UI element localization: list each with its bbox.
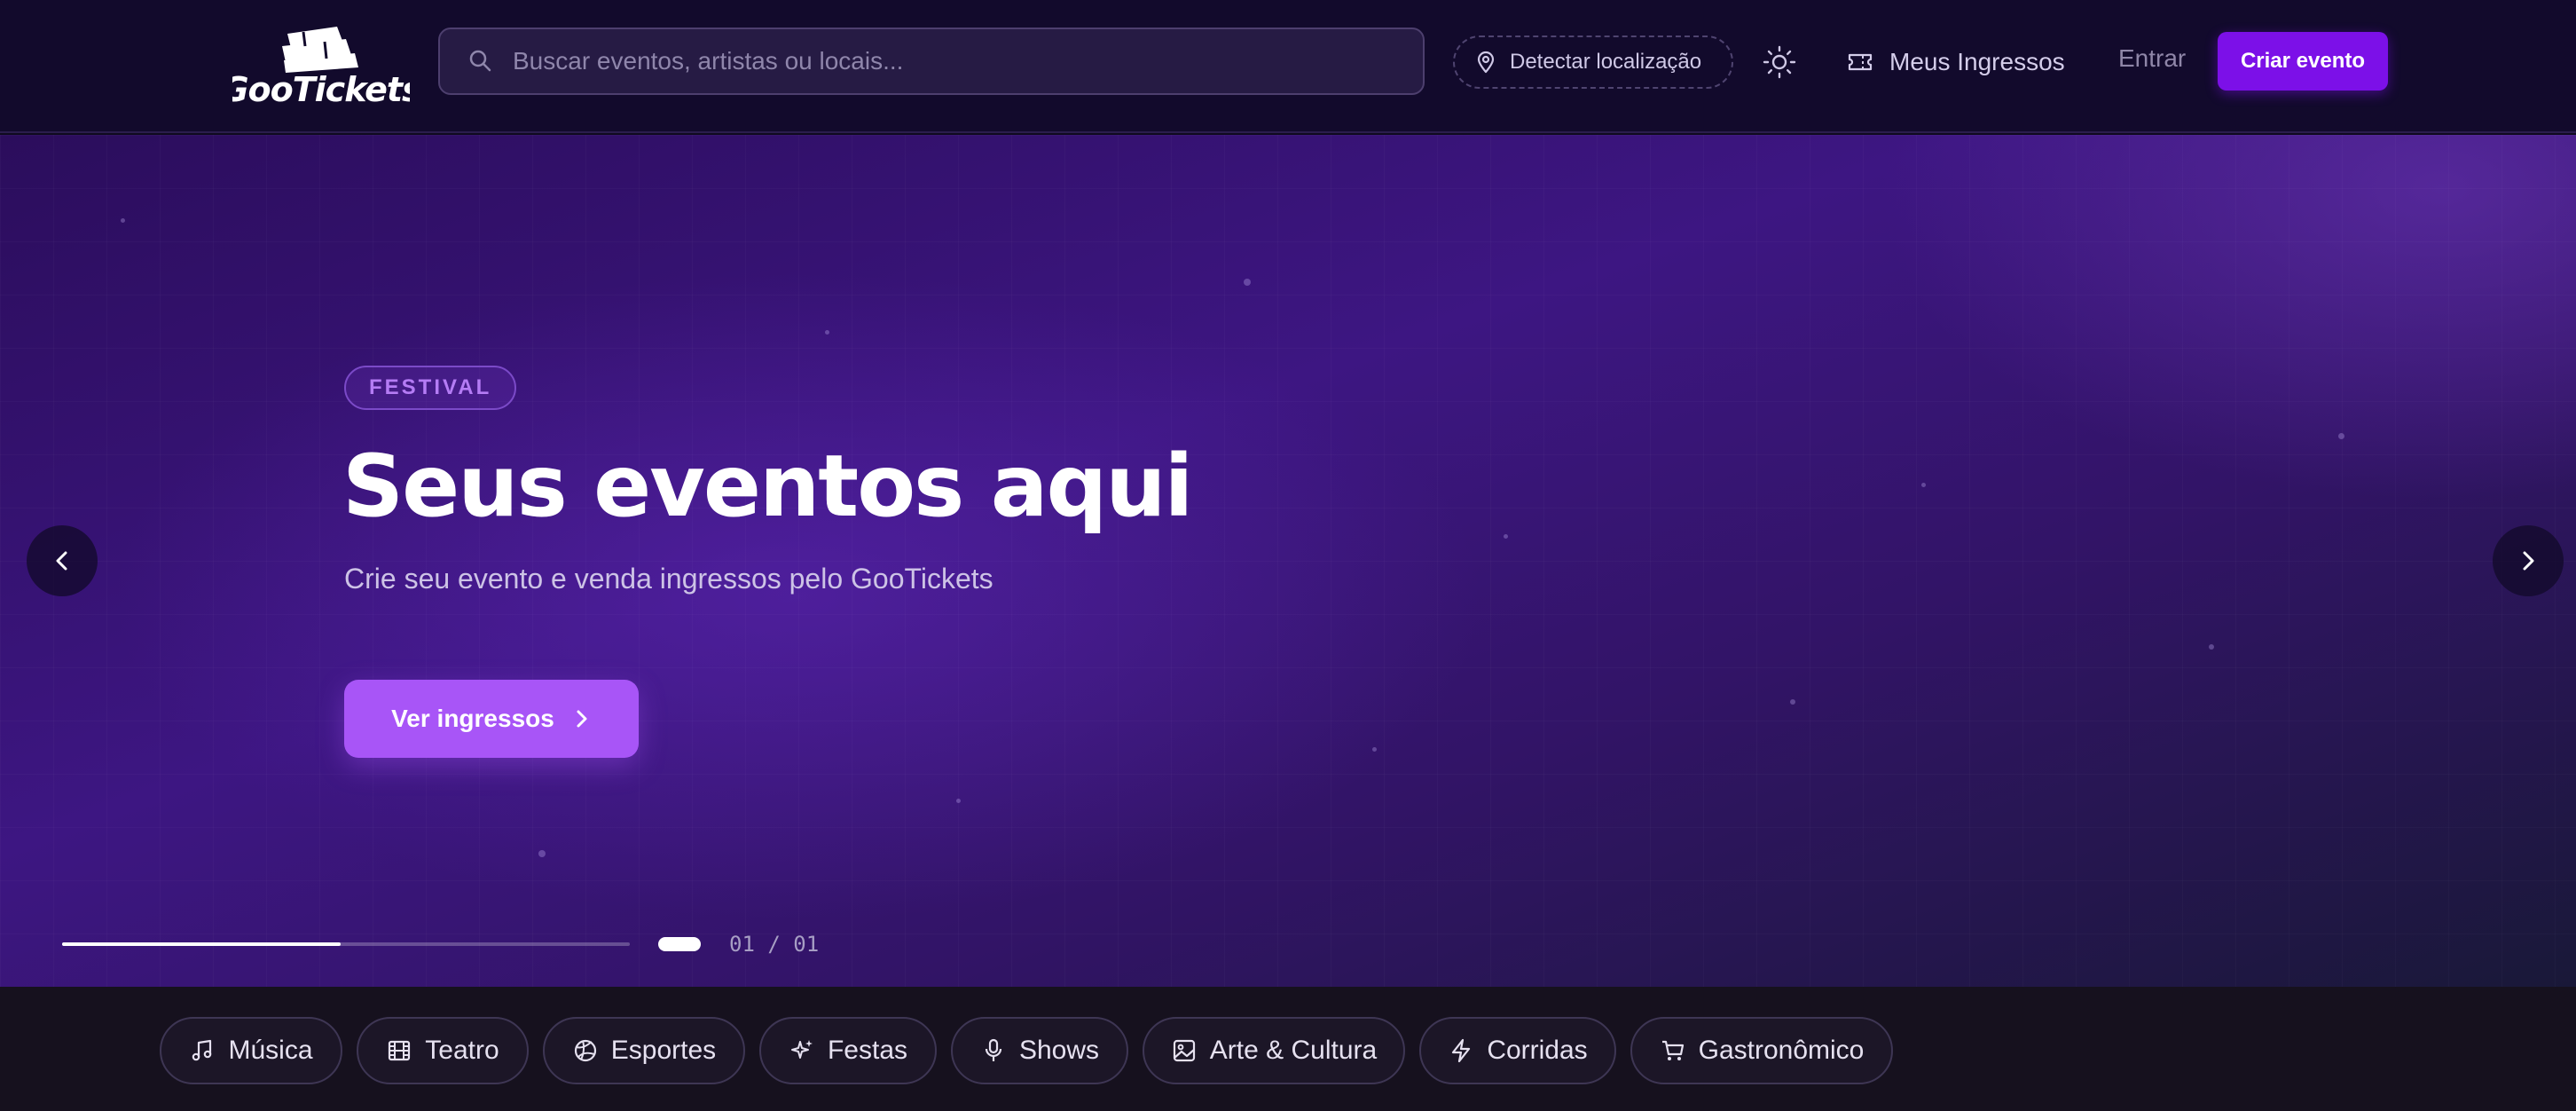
category-label: Teatro [425, 1036, 499, 1065]
category-chip-musica[interactable]: Música [160, 1017, 342, 1084]
cart-icon [1661, 1040, 1684, 1060]
logo-wordmark: GooTickets [232, 70, 410, 106]
lightning-icon [1452, 1038, 1471, 1063]
decor-dot [1372, 747, 1377, 752]
decor-dot [2209, 644, 2214, 650]
detect-location-button[interactable]: Detectar localização [1453, 35, 1733, 89]
decor-dot [121, 218, 125, 223]
slide-progress-bar [62, 942, 630, 946]
view-tickets-label: Ver ingressos [391, 705, 554, 732]
decor-dot [956, 799, 961, 803]
my-tickets-label: Meus Ingressos [1889, 48, 2065, 75]
category-chip-gastronomico[interactable]: Gastronômico [1630, 1017, 1893, 1084]
decor-dot [1244, 279, 1251, 286]
slide-counter: 01 / 01 [729, 932, 820, 957]
gootickets-logo[interactable]: GooTickets [221, 18, 422, 109]
category-bar: Música Teatro Esportes Festas Shows Arte… [0, 987, 2576, 1111]
category-label: Shows [1018, 1036, 1100, 1065]
music-note-icon [192, 1039, 212, 1061]
hero-carousel: FESTIVAL Seus eventos aqui Crie seu even… [0, 135, 2576, 987]
login-link[interactable]: Entrar [2118, 44, 2186, 73]
chevron-left-icon [56, 551, 67, 571]
film-icon [389, 1040, 411, 1061]
sparkles-icon [790, 1040, 813, 1059]
decor-dot [538, 850, 546, 857]
top-nav-bar: GooTickets Detectar localização [0, 0, 2576, 133]
sun-icon [1763, 45, 1796, 79]
category-chip-festas[interactable]: Festas [759, 1017, 937, 1084]
category-label: Esportes [610, 1036, 717, 1065]
category-chip-teatro[interactable]: Teatro [357, 1017, 529, 1084]
my-tickets-link[interactable]: Meus Ingressos [1847, 41, 2065, 83]
category-label: Corridas [1487, 1036, 1588, 1065]
chevron-right-icon [577, 710, 587, 728]
map-pin-icon [1477, 51, 1495, 74]
decor-dot [825, 330, 829, 335]
carousel-prev-button[interactable] [27, 525, 98, 596]
category-label: Festas [827, 1036, 908, 1065]
slide-indicator-dot[interactable] [658, 937, 701, 951]
event-category-badge: FESTIVAL [344, 366, 517, 410]
category-label: Arte & Cultura [1209, 1036, 1378, 1065]
search-bar[interactable] [438, 28, 1425, 95]
category-chip-shows[interactable]: Shows [951, 1017, 1128, 1084]
category-chip-corridas[interactable]: Corridas [1419, 1017, 1616, 1084]
search-input[interactable] [513, 47, 1423, 75]
decor-dot [2338, 433, 2344, 439]
decor-dot [1504, 534, 1508, 539]
logo-ticket-icon: GooTickets [221, 27, 422, 109]
view-tickets-button[interactable]: Ver ingressos [344, 680, 639, 758]
hero-grid-background [0, 135, 2576, 987]
ticket-icon [1848, 53, 1873, 71]
microphone-icon [985, 1038, 1002, 1061]
category-chip-esportes[interactable]: Esportes [543, 1017, 745, 1084]
create-event-button[interactable]: Criar evento [2218, 32, 2388, 91]
image-icon [1173, 1039, 1195, 1062]
chevron-right-icon [2523, 551, 2534, 571]
globe-ball-icon [574, 1039, 596, 1062]
slide-progress-fill [62, 942, 341, 946]
carousel-next-button[interactable] [2493, 525, 2564, 596]
decor-dot [1790, 699, 1795, 705]
category-chip-arte-cultura[interactable]: Arte & Cultura [1143, 1017, 1405, 1084]
category-label: Música [228, 1036, 313, 1065]
search-icon [469, 50, 491, 72]
decor-dot [1921, 483, 1926, 487]
category-label: Gastronômico [1698, 1036, 1865, 1065]
theme-toggle-button[interactable] [1762, 44, 1797, 80]
hero-title: Seus eventos aqui [342, 437, 1193, 536]
hero-subtitle: Crie seu evento e venda ingressos pelo G… [344, 563, 993, 595]
detect-location-label: Detectar localização [1510, 50, 1702, 74]
